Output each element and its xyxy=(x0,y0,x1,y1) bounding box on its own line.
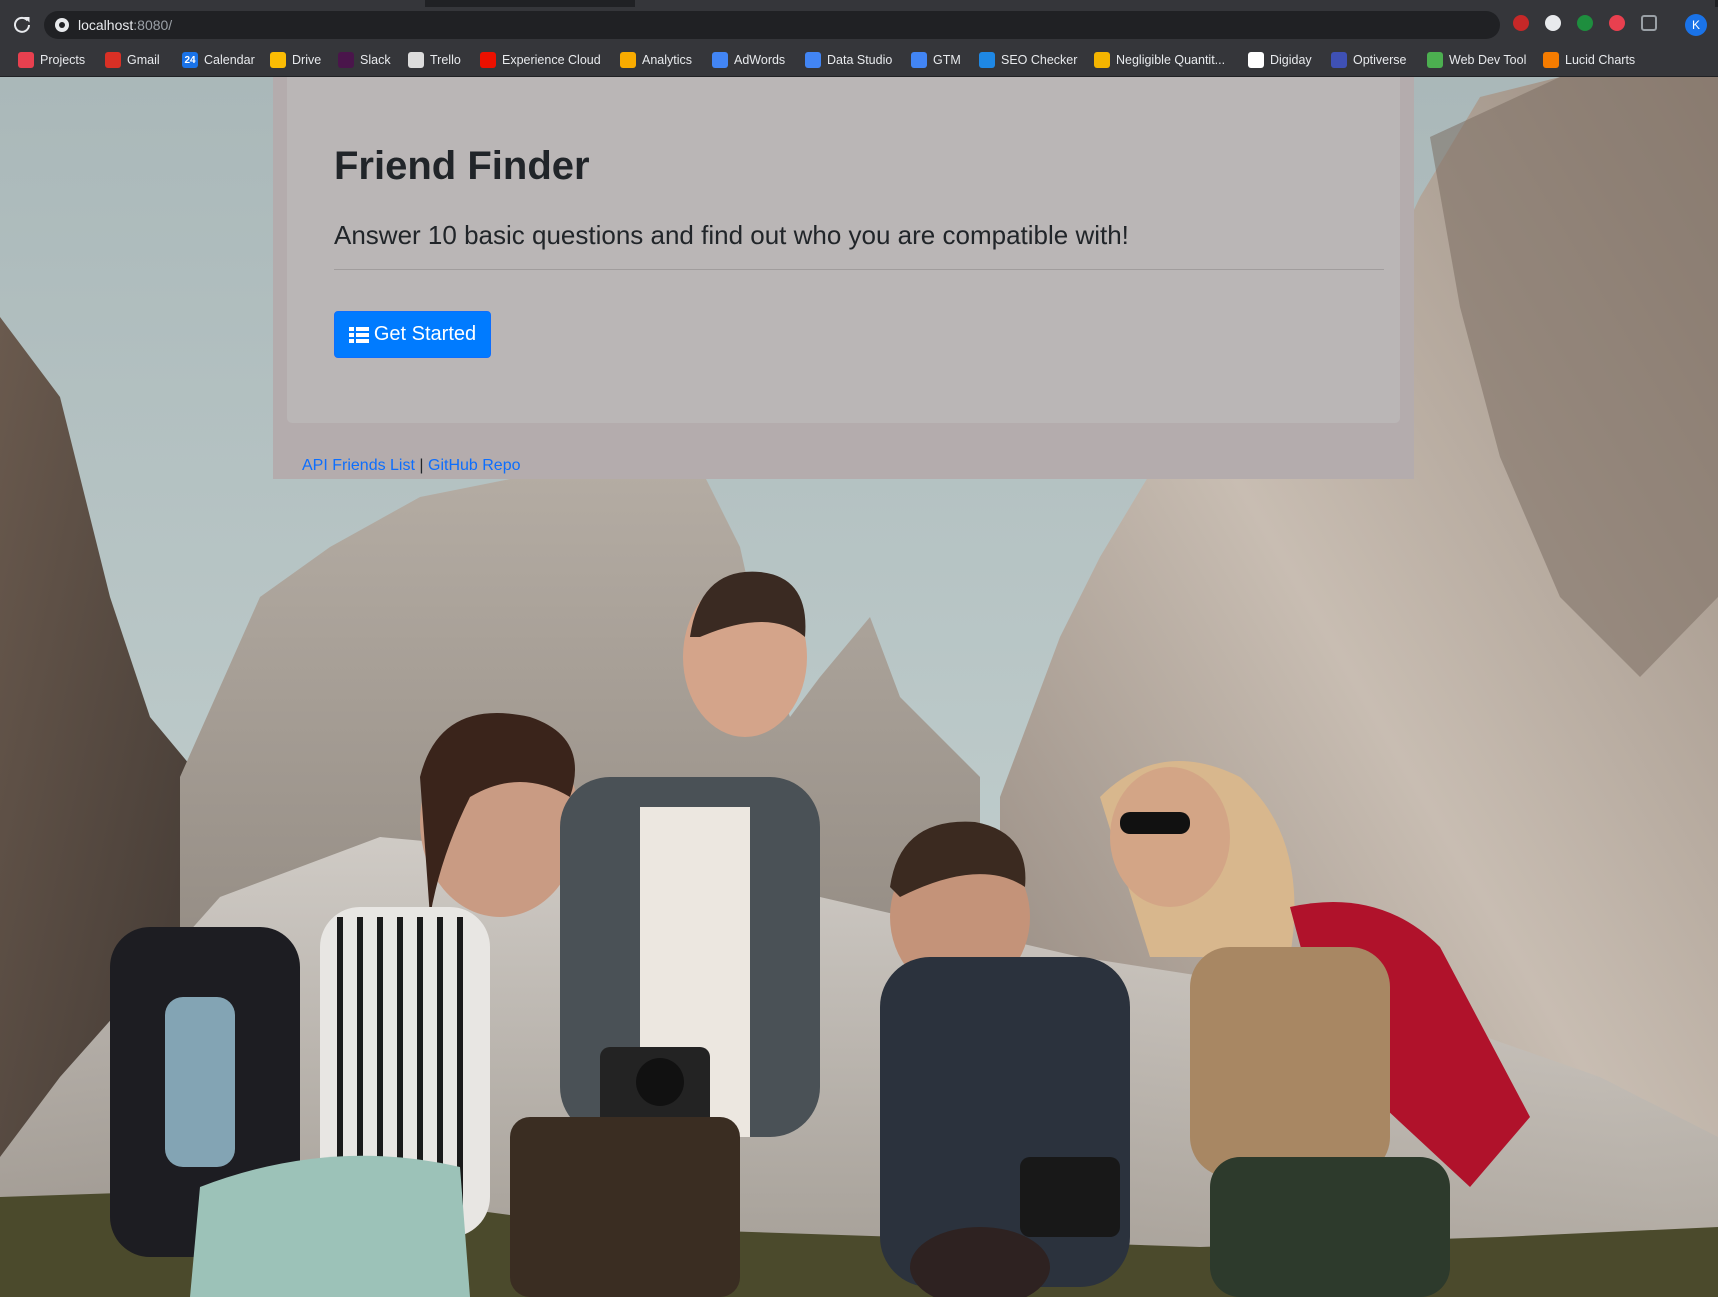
extension-projects-icon[interactable] xyxy=(1609,15,1625,31)
drive-icon xyxy=(270,52,286,68)
address-bar[interactable]: localhost:8080/ xyxy=(44,11,1500,39)
bookmark-adobe[interactable]: Experience Cloud xyxy=(480,51,601,69)
bookmark-web-dev-tool[interactable]: Web Dev Tool xyxy=(1427,51,1526,69)
lucid-charts-icon xyxy=(1543,52,1559,68)
extension-face-icon[interactable] xyxy=(1545,15,1561,31)
bookmark-label: Gmail xyxy=(127,53,160,67)
bookmark-gtm[interactable]: GTM xyxy=(911,51,961,69)
seo-checker-icon xyxy=(979,52,995,68)
bookmark-label: Digiday xyxy=(1270,53,1312,67)
bookmark-label: Trello xyxy=(430,53,461,67)
bookmarks-bar: Projects Gmail 24 Calendar Drive Slack Trello E… xyxy=(0,43,1718,77)
tab-strip xyxy=(0,0,1718,7)
bookmark-seo-checker[interactable]: SEO Checker xyxy=(979,51,1077,69)
bookmark-label: Web Dev Tool xyxy=(1449,53,1527,67)
reload-icon[interactable] xyxy=(12,15,32,35)
bookmark-projects[interactable]: Projects xyxy=(18,51,85,69)
gmail-icon xyxy=(105,52,121,68)
data-studio-icon xyxy=(805,52,821,68)
profile-avatar[interactable]: K xyxy=(1685,14,1707,36)
main-container: Friend Finder Answer 10 basic questions … xyxy=(273,77,1414,479)
gtm-icon xyxy=(911,52,927,68)
bookmark-adwords[interactable]: AdWords xyxy=(712,51,785,69)
bookmark-label: Experience Cloud xyxy=(502,53,601,67)
trello-icon xyxy=(408,52,424,68)
list-icon xyxy=(348,326,369,343)
bookmark-lucid-charts[interactable]: Lucid Charts xyxy=(1543,51,1635,69)
bookmark-label: Lucid Charts xyxy=(1565,53,1636,67)
extension-pencil-icon[interactable] xyxy=(1641,15,1657,31)
analytics-icon xyxy=(620,52,636,68)
footer-links: API Friends List | GitHub Repo xyxy=(302,457,521,475)
bookmark-analytics[interactable]: Analytics xyxy=(620,51,692,69)
bookmark-label: Drive xyxy=(292,53,322,67)
toolbar: localhost:8080/ K xyxy=(0,7,1718,43)
bookmark-drive[interactable]: Drive xyxy=(270,51,321,69)
bookmark-negligible-quantity[interactable]: Negligible Quantit... xyxy=(1094,51,1225,69)
bookmark-label: Negligible Quantit... xyxy=(1116,53,1226,67)
bookmark-label: GTM xyxy=(933,53,961,67)
github-repo-link[interactable]: GitHub Repo xyxy=(428,457,521,474)
bookmark-label: Slack xyxy=(360,53,391,67)
slack-icon xyxy=(338,52,354,68)
jumbotron: Friend Finder Answer 10 basic questions … xyxy=(287,77,1400,423)
get-started-label: Get Started xyxy=(373,323,477,345)
bookmark-label: Analytics xyxy=(642,53,693,67)
web-dev-tool-icon xyxy=(1427,52,1443,68)
bookmark-optiverse[interactable]: Optiverse xyxy=(1331,51,1407,69)
bookmark-trello[interactable]: Trello xyxy=(408,51,461,69)
site-info-icon[interactable] xyxy=(54,17,70,33)
divider xyxy=(334,269,1384,270)
optiverse-icon xyxy=(1331,52,1347,68)
bookmark-digiday[interactable]: Digiday xyxy=(1248,51,1312,69)
footer-separator: | xyxy=(419,457,424,474)
bookmark-data-studio[interactable]: Data Studio xyxy=(805,51,892,69)
adwords-icon xyxy=(712,52,728,68)
bookmark-label: AdWords xyxy=(734,53,786,67)
bookmark-label: Data Studio xyxy=(827,53,893,67)
page-viewport: Friend Finder Answer 10 basic questions … xyxy=(0,77,1718,1297)
bookmark-gmail[interactable]: Gmail xyxy=(105,51,160,69)
bookmark-label: Optiverse xyxy=(1353,53,1407,67)
bookmark-slack[interactable]: Slack xyxy=(338,51,391,69)
digiday-icon xyxy=(1248,52,1264,68)
bookmark-label: Projects xyxy=(40,53,86,67)
calendar-icon: 24 xyxy=(182,52,198,68)
page-title: Friend Finder xyxy=(334,144,590,188)
url-text[interactable]: localhost:8080/ xyxy=(78,17,172,33)
negligible-quantity-icon xyxy=(1094,52,1110,68)
adobe-icon xyxy=(480,52,496,68)
api-friends-list-link[interactable]: API Friends List xyxy=(302,457,415,474)
projects-icon xyxy=(18,52,34,68)
extension-bug-icon[interactable] xyxy=(1513,15,1529,31)
get-started-button[interactable]: Get Started xyxy=(334,311,491,358)
lead-text: Answer 10 basic questions and find out w… xyxy=(334,220,1129,250)
extension-green-icon[interactable] xyxy=(1577,15,1593,31)
tab[interactable] xyxy=(0,0,425,7)
bookmark-label: SEO Checker xyxy=(1001,53,1078,67)
tab[interactable] xyxy=(635,0,1715,7)
bookmark-calendar[interactable]: 24 Calendar xyxy=(182,51,255,69)
bookmark-label: Calendar xyxy=(204,53,255,67)
